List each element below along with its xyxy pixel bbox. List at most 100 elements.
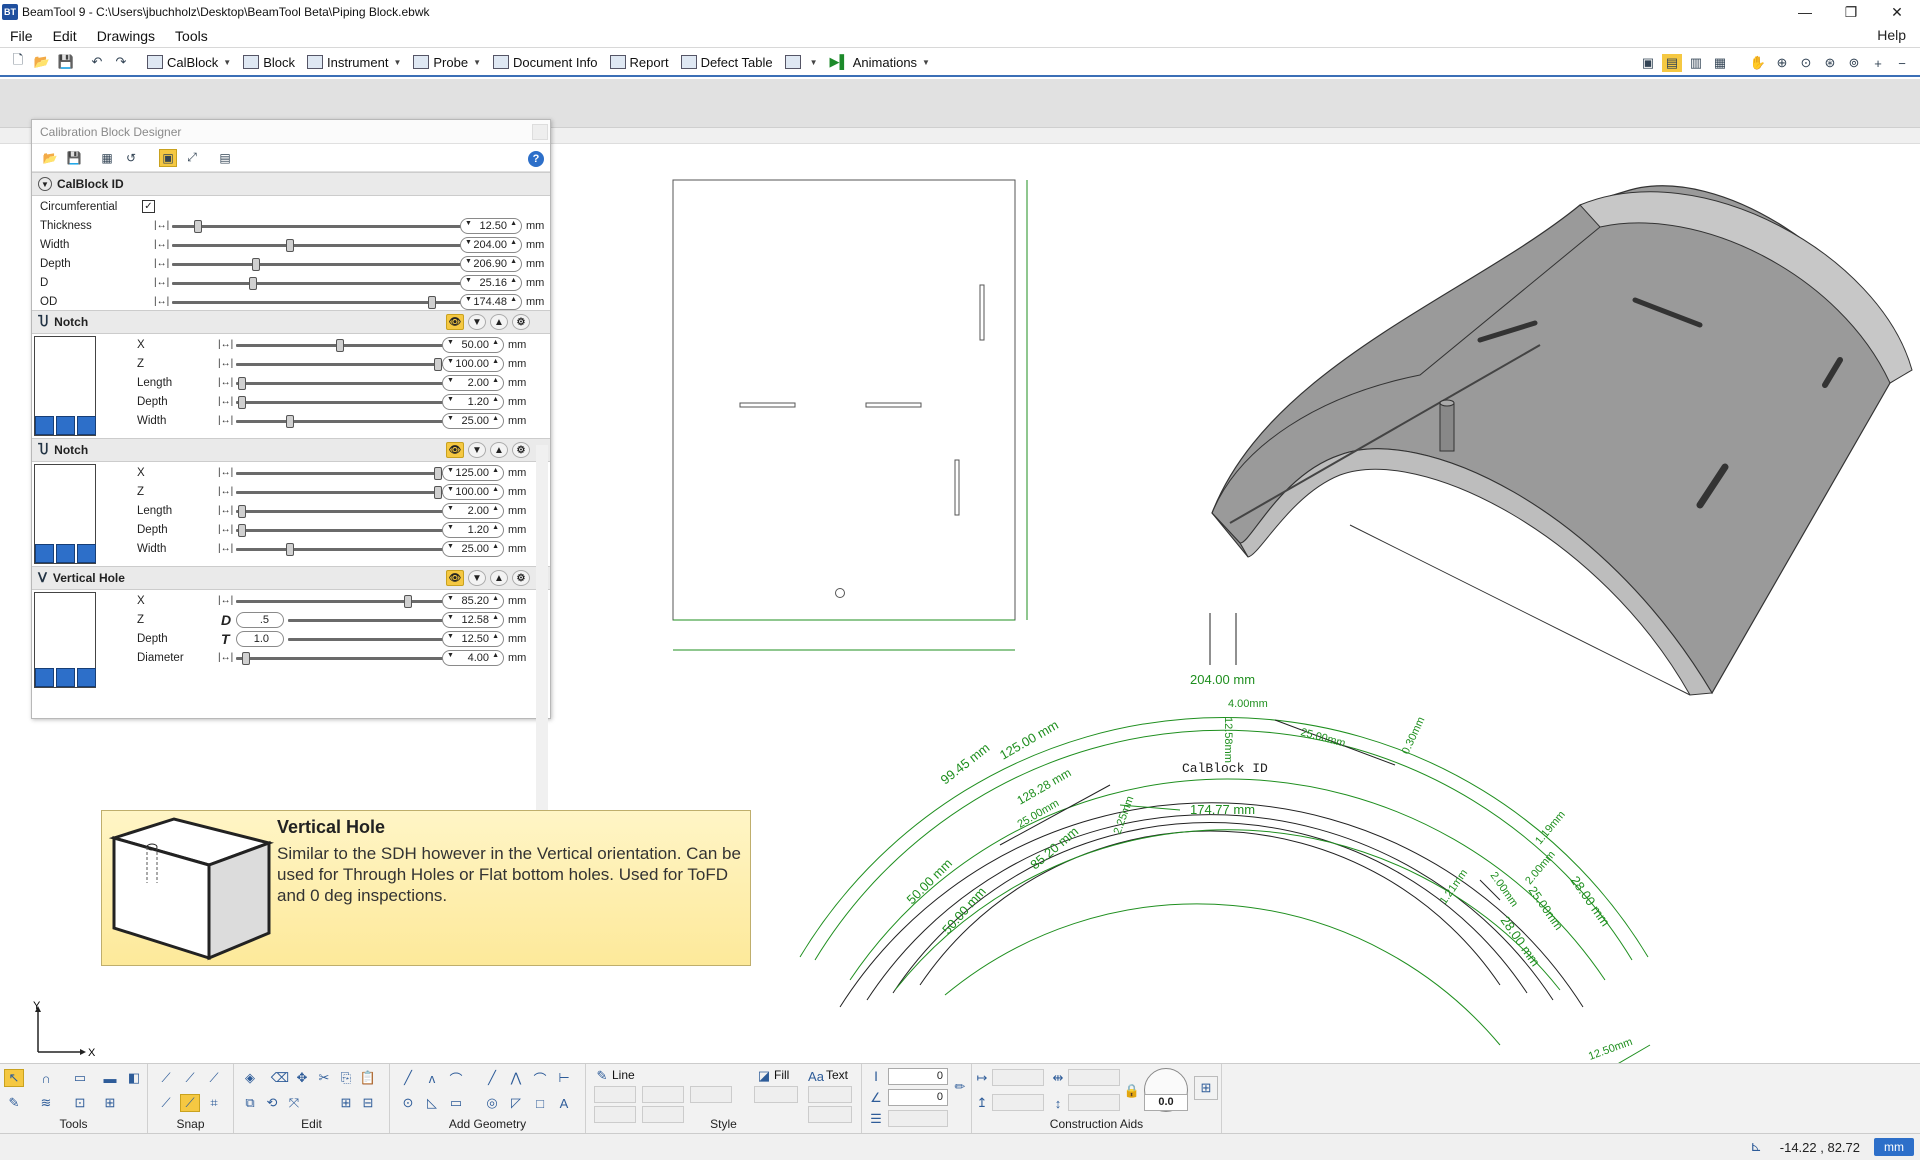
param-value-input[interactable]: ▼ ▲ 1.20	[442, 394, 504, 410]
zigzag-icon[interactable]: ⋀	[506, 1069, 526, 1087]
range-lock-icon[interactable]: |↔|	[154, 258, 169, 269]
coordinate-origin-icon[interactable]: ⊾	[1750, 1138, 1762, 1155]
grid-toggle-icon[interactable]: ⊞	[1194, 1076, 1218, 1100]
zoom-window-icon[interactable]: ⊙	[1796, 54, 1816, 72]
camera-button[interactable]: ▼	[784, 55, 818, 69]
slider-track[interactable]	[172, 301, 488, 304]
slider-track[interactable]	[236, 401, 444, 404]
undo-icon[interactable]: ↶	[88, 53, 106, 71]
slider-thumb[interactable]	[404, 595, 412, 608]
text-box-icon[interactable]: A	[554, 1094, 574, 1112]
arc-icon[interactable]: ⌒	[446, 1069, 466, 1087]
designer-close-icon[interactable]	[532, 124, 548, 140]
range-lock-icon[interactable]: |↔|	[218, 358, 233, 369]
param-value-input[interactable]: ▼ ▲ 2.00	[442, 375, 504, 391]
zoom-select-icon[interactable]: ⊛	[1820, 54, 1840, 72]
slider-thumb[interactable]	[285, 239, 294, 252]
param-value-input[interactable]: ▼ ▲ 174.48	[460, 294, 522, 310]
slider-thumb[interactable]	[238, 505, 246, 518]
library-icon[interactable]: ▦	[98, 149, 116, 167]
select-arrow-icon[interactable]: ↖	[4, 1069, 24, 1087]
list-field[interactable]	[888, 1110, 948, 1127]
new-file-icon[interactable]: 🗋	[9, 52, 27, 71]
slider-thumb[interactable]	[286, 415, 294, 428]
move-up-icon[interactable]: ▲	[490, 570, 508, 586]
param-value-input[interactable]: ▼ ▲ 85.20	[442, 593, 504, 609]
move-icon[interactable]: ✥	[292, 1069, 312, 1087]
angle-field[interactable]: 0	[888, 1089, 948, 1106]
snap-perp-icon[interactable]: ⟋	[156, 1094, 176, 1112]
slider-thumb[interactable]	[252, 258, 261, 271]
help-icon[interactable]: ?	[528, 151, 544, 167]
view-split-icon[interactable]: ▥	[1686, 54, 1706, 72]
line-tool-icon[interactable]: ╱	[398, 1069, 418, 1087]
slider-thumb[interactable]	[434, 467, 442, 480]
slider-thumb[interactable]	[193, 220, 202, 233]
cut-icon[interactable]: ✂	[314, 1069, 334, 1087]
scale-icon[interactable]: ⤧	[284, 1094, 304, 1112]
zoom-in-icon[interactable]: +	[1868, 54, 1888, 72]
slider-track[interactable]	[236, 382, 444, 385]
visibility-eye-icon[interactable]: 👁	[446, 314, 464, 330]
view-block-icon[interactable]: ▣	[159, 148, 177, 167]
slider-track[interactable]	[236, 600, 444, 603]
open-folder-icon[interactable]: 📂	[33, 53, 51, 71]
range-lock-icon[interactable]: |↔|	[218, 415, 233, 426]
history-icon[interactable]: ↺	[122, 149, 140, 167]
tree-icon[interactable]: ⊞	[100, 1094, 120, 1112]
rectangle-icon[interactable]: ▭	[446, 1094, 466, 1112]
line2-icon[interactable]: ╱	[482, 1069, 502, 1087]
settings-gear-icon[interactable]: ⚙	[512, 570, 530, 586]
panel-icon[interactable]: ◧	[124, 1069, 144, 1087]
menu-edit[interactable]: Edit	[43, 28, 87, 44]
move-up-icon[interactable]: ▲	[490, 314, 508, 330]
param-value-input[interactable]: ▼ ▲ 50.00	[442, 337, 504, 353]
slider-track[interactable]	[236, 510, 444, 513]
slider-thumb[interactable]	[427, 296, 436, 309]
range-lock-icon[interactable]: |↔|	[218, 505, 233, 516]
settings-gear-icon[interactable]: ⚙	[512, 314, 530, 330]
redo-icon[interactable]: ↷	[112, 53, 130, 71]
slider-track[interactable]	[236, 472, 444, 475]
rotate-icon[interactable]: ⟲	[262, 1094, 282, 1112]
param-sub-input[interactable]: .5	[236, 612, 284, 628]
save-icon[interactable]: 💾	[57, 53, 75, 71]
text-size-field[interactable]: 0	[888, 1068, 948, 1085]
zoom-extents-icon[interactable]: ⊚	[1844, 54, 1864, 72]
fill-color-select[interactable]	[754, 1086, 798, 1103]
range-lock-icon[interactable]: |↔|	[218, 652, 233, 663]
open-icon[interactable]: 📂	[41, 149, 59, 167]
table-icon[interactable]: ▤	[216, 149, 234, 167]
save-icon[interactable]: 💾	[65, 149, 83, 167]
param-value-input[interactable]: ▼ ▲ 1.20	[442, 522, 504, 538]
slider-thumb[interactable]	[238, 377, 246, 390]
settings-gear-icon[interactable]: ⚙	[512, 442, 530, 458]
distance-y-field[interactable]	[992, 1094, 1044, 1111]
polygon-icon[interactable]: ◸	[506, 1094, 526, 1112]
slider-track[interactable]	[236, 363, 444, 366]
range-lock-icon[interactable]: |↔|	[154, 239, 169, 250]
slider-track[interactable]	[172, 244, 488, 247]
snap-grid-icon[interactable]: ⌗	[204, 1094, 224, 1112]
param-value-input[interactable]: ▼ ▲ 25.16	[460, 275, 522, 291]
menu-drawings[interactable]: Drawings	[87, 28, 165, 44]
rotation-value[interactable]: 0.0	[1144, 1094, 1188, 1111]
move-down-icon[interactable]: ▼	[468, 570, 486, 586]
menu-help[interactable]: Help	[1877, 27, 1906, 43]
slider-track[interactable]	[236, 548, 444, 551]
document-info-button[interactable]: Document Info	[492, 55, 598, 70]
visibility-eye-icon[interactable]: 👁	[446, 570, 464, 586]
animations-button[interactable]: ▶▌ Animations ▼	[830, 54, 930, 70]
param-value-input[interactable]: ▼ ▲ 206.90	[460, 256, 522, 272]
frame-icon[interactable]: ⊡	[70, 1094, 90, 1112]
param-sub-input[interactable]: 1.0	[236, 631, 284, 647]
layers-icon[interactable]: ≋	[36, 1094, 56, 1112]
calblock-button[interactable]: CalBlock ▼	[147, 55, 231, 70]
paste-icon[interactable]: 📋	[358, 1069, 378, 1087]
move-up-icon[interactable]: ▲	[490, 442, 508, 458]
range-lock-icon[interactable]: |↔|	[154, 220, 169, 231]
polyline-icon[interactable]: ʌ	[422, 1069, 442, 1087]
designer-scrollbar[interactable]	[536, 445, 548, 837]
menu-file[interactable]: File	[0, 28, 43, 44]
instrument-button[interactable]: Instrument ▼	[307, 55, 401, 70]
